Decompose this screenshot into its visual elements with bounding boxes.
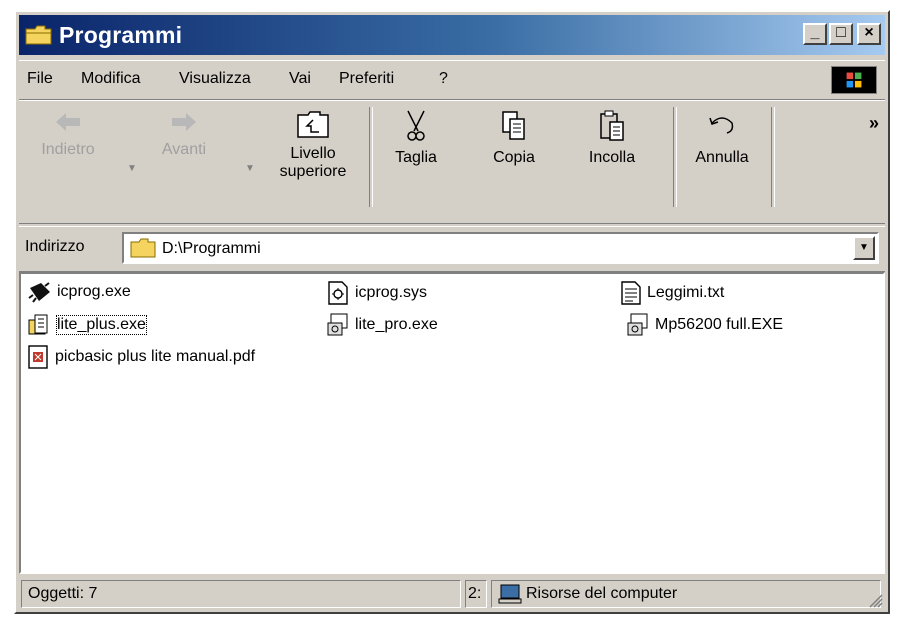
- address-bar: Indirizzo D:\Programmi ▼: [19, 226, 885, 272]
- toolbar-more-chevron[interactable]: »: [869, 113, 879, 134]
- toolbar-separator-2: [673, 107, 677, 207]
- forward-label: Avanti: [161, 141, 207, 158]
- file-item[interactable]: Leggimi.txt: [619, 280, 724, 306]
- file-item[interactable]: picbasic plus lite manual.pdf: [27, 344, 255, 370]
- file-item[interactable]: lite_pro.exe: [325, 312, 438, 338]
- address-input[interactable]: D:\Programmi ▼: [122, 232, 879, 264]
- up-button[interactable]: Livello superiore: [263, 109, 363, 181]
- back-arrow-icon: [56, 113, 80, 131]
- menu-preferiti[interactable]: Preferiti: [339, 70, 394, 88]
- text-file-icon: [621, 281, 641, 305]
- address-dropdown-button[interactable]: ▼: [853, 236, 875, 260]
- system-file-icon: [328, 281, 348, 305]
- forward-dropdown-icon[interactable]: ▼: [245, 163, 255, 174]
- file-item[interactable]: icprog.exe: [27, 280, 131, 304]
- installer-icon: [28, 314, 48, 335]
- address-value: D:\Programmi: [162, 240, 261, 257]
- menu-modifica[interactable]: Modifica: [81, 70, 141, 88]
- windows-logo-icon: [831, 66, 877, 94]
- standard-toolbar: Indietro ▼ Avanti ▼ Livello superiore Ta…: [19, 100, 885, 224]
- undo-label: Annulla: [695, 149, 749, 166]
- resize-grip-icon[interactable]: [867, 592, 883, 608]
- forward-arrow-icon: [172, 113, 196, 131]
- address-label: Indirizzo: [25, 238, 85, 255]
- window-title: Programmi: [59, 22, 183, 48]
- file-name: lite_plus.exe: [56, 315, 147, 335]
- setup-icon: [327, 313, 348, 336]
- menu-vai[interactable]: Vai: [289, 70, 311, 88]
- close-button[interactable]: ×: [857, 23, 881, 45]
- cut-button[interactable]: Taglia: [373, 109, 459, 167]
- computer-icon: [498, 584, 522, 604]
- back-button[interactable]: Indietro: [25, 109, 111, 159]
- toolbar-separator-3: [771, 107, 775, 207]
- status-location-label: Risorse del computer: [526, 585, 678, 602]
- file-item[interactable]: Mp56200 full.EXE: [625, 312, 783, 338]
- file-item[interactable]: lite_plus.exe: [27, 312, 147, 338]
- menu-help[interactable]: ?: [439, 70, 448, 88]
- status-location: Risorse del computer: [491, 580, 881, 608]
- paste-label: Incolla: [588, 149, 636, 166]
- file-name: Mp56200 full.EXE: [655, 316, 784, 333]
- status-size: 2:: [465, 580, 487, 608]
- up-label-line1: Livello: [290, 145, 336, 162]
- up-label-line2: superiore: [279, 163, 347, 180]
- paste-button[interactable]: Incolla: [569, 109, 655, 167]
- back-label: Indietro: [41, 141, 95, 158]
- status-bar: Oggetti: 7 2: Risorse del computer: [19, 578, 885, 610]
- paste-icon: [600, 110, 624, 141]
- forward-button[interactable]: Avanti: [141, 109, 227, 159]
- status-object-count: Oggetti: 7: [21, 580, 461, 608]
- explorer-window: Programmi _ □ × File Modifica Visualizza…: [14, 10, 890, 614]
- undo-icon: [709, 117, 734, 134]
- scissors-icon: [407, 110, 425, 141]
- back-dropdown-icon[interactable]: ▼: [127, 163, 137, 174]
- file-item[interactable]: icprog.sys: [325, 280, 427, 306]
- menu-visualizza[interactable]: Visualizza: [179, 70, 251, 88]
- menu-bar: File Modifica Visualizza Vai Preferiti ?: [19, 60, 885, 100]
- folder-icon: [130, 238, 156, 258]
- undo-button[interactable]: Annulla: [679, 109, 765, 167]
- file-name: icprog.sys: [355, 284, 428, 301]
- file-name: lite_pro.exe: [355, 316, 438, 333]
- copy-button[interactable]: Copia: [471, 109, 557, 167]
- setup-icon: [627, 313, 648, 336]
- copy-icon: [502, 111, 525, 140]
- file-name: picbasic plus lite manual.pdf: [55, 348, 256, 365]
- folder-up-icon: [297, 111, 329, 138]
- minimize-button[interactable]: _: [803, 23, 827, 45]
- file-name: Leggimi.txt: [647, 284, 725, 301]
- maximize-button[interactable]: □: [829, 23, 853, 45]
- file-name: icprog.exe: [57, 283, 131, 300]
- title-bar[interactable]: Programmi _ □ ×: [19, 15, 885, 55]
- copy-label: Copia: [493, 149, 535, 166]
- file-list-pane[interactable]: icprog.exe icprog.sys Leggimi.txt lite_p…: [19, 272, 885, 574]
- pdf-icon: [28, 345, 48, 369]
- chip-icon: [28, 282, 50, 303]
- folder-icon: [25, 25, 52, 45]
- cut-label: Taglia: [395, 149, 437, 166]
- menu-file[interactable]: File: [27, 70, 53, 88]
